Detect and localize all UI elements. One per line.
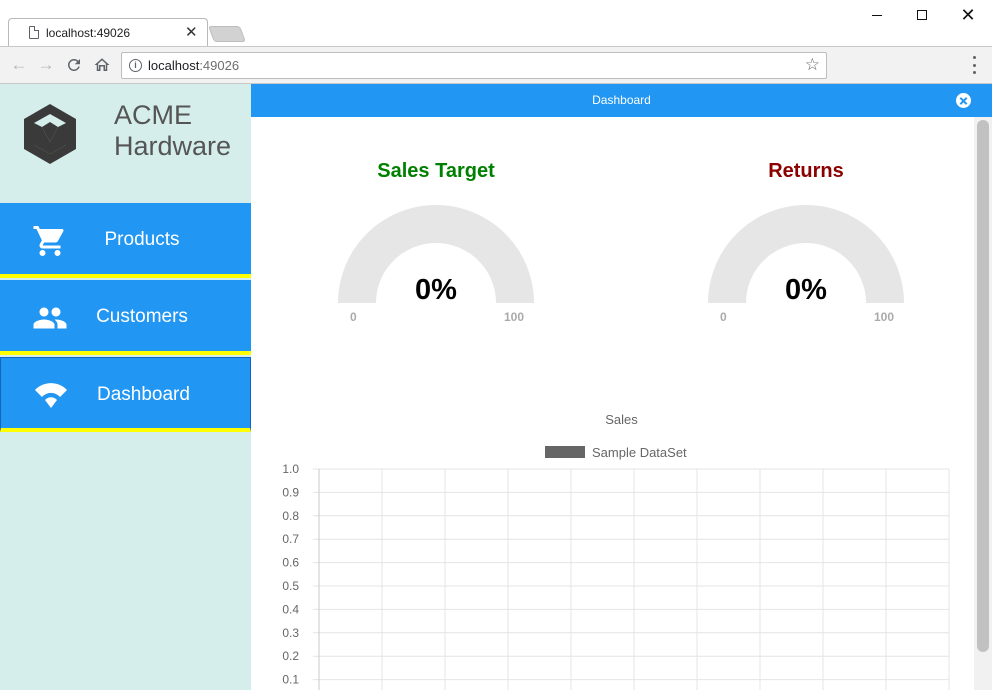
sidebar: ACME Hardware Products Customers Dashboa… bbox=[0, 84, 251, 690]
brand-line-2: Hardware bbox=[114, 131, 232, 161]
gauge-title: Sales Target bbox=[377, 160, 495, 182]
window-maximize-button[interactable] bbox=[899, 2, 945, 28]
bookmark-star-icon[interactable]: ☆ bbox=[805, 55, 820, 75]
y-tick-label: 0.4 bbox=[282, 602, 299, 616]
cart-icon bbox=[33, 226, 64, 256]
document-icon bbox=[29, 26, 39, 39]
gauge-min-label: 0 bbox=[350, 310, 357, 324]
chart-title: Sales bbox=[605, 412, 638, 427]
gauge-max-label: 100 bbox=[504, 310, 525, 324]
browser-titlebar: localhost:49026 ✕ ✕ bbox=[0, 0, 992, 46]
acme-logo bbox=[24, 104, 76, 164]
sidebar-item-label: Products bbox=[104, 229, 180, 250]
returns-gauge: Returns 0% 0 100 bbox=[701, 156, 911, 336]
brand-line-1: ACME bbox=[114, 100, 193, 130]
gauge-value: 0% bbox=[415, 274, 457, 306]
people-icon bbox=[33, 307, 67, 329]
forward-arrow-icon[interactable]: → bbox=[36, 55, 56, 75]
y-tick-label: 0.8 bbox=[282, 509, 299, 523]
url-port: :49026 bbox=[199, 58, 240, 73]
y-tick-label: 0.9 bbox=[282, 485, 299, 499]
scrollbar-thumb[interactable] bbox=[977, 120, 989, 652]
sidebar-item-label: Customers bbox=[96, 306, 188, 327]
minimize-icon bbox=[872, 14, 882, 16]
back-arrow-icon[interactable]: ← bbox=[9, 55, 29, 75]
tab-title: localhost:49026 bbox=[46, 26, 131, 40]
y-tick-label: 0.3 bbox=[282, 626, 299, 640]
home-icon[interactable] bbox=[92, 56, 112, 74]
maximize-icon bbox=[917, 10, 927, 20]
y-tick-label: 0.2 bbox=[282, 649, 299, 663]
window-close-button[interactable]: ✕ bbox=[945, 2, 991, 28]
close-icon[interactable] bbox=[956, 93, 971, 108]
address-bar[interactable]: i localhost:49026 ☆ bbox=[121, 52, 827, 79]
page-title: Dashboard bbox=[592, 93, 651, 107]
browser-toolbar: ← → i localhost:49026 ☆ bbox=[0, 46, 992, 84]
gauge-max-label: 100 bbox=[874, 310, 895, 324]
sidebar-item-label: Dashboard bbox=[97, 384, 190, 405]
info-icon[interactable]: i bbox=[129, 59, 142, 72]
y-tick-label: 1.0 bbox=[282, 462, 299, 476]
gauge-value: 0% bbox=[785, 274, 827, 306]
y-tick-label: 0.1 bbox=[282, 673, 299, 687]
gauge-min-label: 0 bbox=[720, 310, 727, 324]
gauge-title: Returns bbox=[768, 160, 844, 182]
reload-icon[interactable] bbox=[64, 56, 84, 74]
main-content: Dashboard Sales Target 0% 0 100 Returns … bbox=[251, 84, 992, 690]
brand-name: ACME Hardware bbox=[114, 100, 231, 162]
url-text: localhost:49026 bbox=[148, 58, 239, 73]
gauge-icon bbox=[35, 383, 67, 408]
sidebar-item-customers[interactable]: Customers bbox=[0, 280, 251, 355]
new-tab-button[interactable] bbox=[208, 26, 246, 42]
tab-close-icon[interactable]: ✕ bbox=[185, 23, 198, 41]
sales-target-gauge: Sales Target 0% 0 100 bbox=[331, 156, 541, 336]
y-tick-label: 0.7 bbox=[282, 532, 299, 546]
url-host: localhost bbox=[148, 58, 200, 73]
y-tick-label: 0.6 bbox=[282, 556, 299, 570]
browser-menu-icon[interactable] bbox=[966, 56, 982, 74]
sidebar-item-products[interactable]: Products bbox=[0, 203, 251, 278]
y-tick-label: 0.5 bbox=[282, 579, 299, 593]
sidebar-item-dashboard[interactable]: Dashboard bbox=[0, 357, 251, 432]
sales-chart: 1.0 0.9 0.8 0.7 0.6 0.5 0.4 0.3 0.2 0.1 bbox=[282, 462, 950, 690]
page-header: Dashboard bbox=[251, 84, 992, 117]
browser-tab[interactable]: localhost:49026 ✕ bbox=[8, 18, 208, 46]
window-minimize-button[interactable] bbox=[854, 2, 900, 28]
